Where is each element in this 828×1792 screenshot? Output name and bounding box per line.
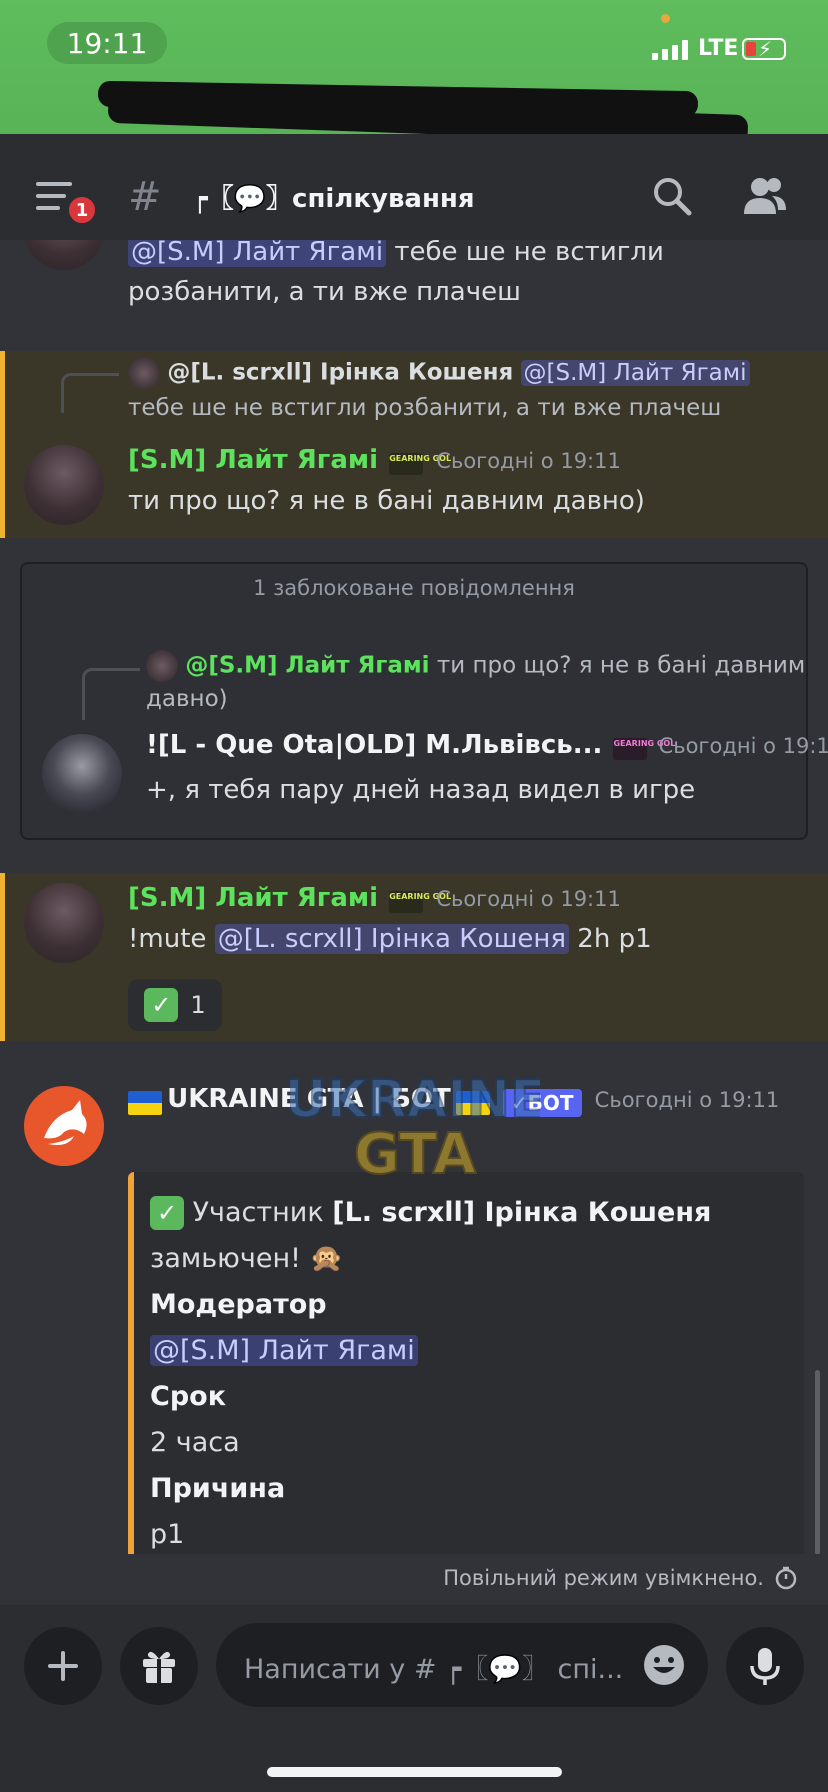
channel-header: 1 # ┍〖💬〗спілкування — [0, 134, 828, 240]
ukraine-flag-icon — [455, 1090, 490, 1115]
embed-reason-value: p1 — [150, 1519, 185, 1550]
reply-preview-text[interactable]: давно) — [146, 686, 228, 712]
message-composer: Написати у # ┍〖💬〗 спі... — [0, 1605, 828, 1792]
search-icon[interactable] — [652, 176, 692, 216]
reply-author[interactable]: @[S.M] Лайт Ягамі — [185, 653, 429, 679]
blocked-message-label[interactable]: 1 заблоковане повідомлення — [22, 576, 806, 600]
network-type: LTE — [698, 36, 739, 61]
user-avatar[interactable] — [24, 883, 104, 963]
message-list[interactable]: @[S.M] Лайт Ягамі тебе ше не встигли роз… — [0, 240, 828, 1605]
message-text: +, я тебя пару дней назад видел в игре — [146, 775, 696, 805]
user-mention[interactable]: @[L. scrxll] Ірінка Кошеня — [214, 924, 570, 954]
reply-preview-text[interactable]: тебе ше не встигли розбанити, а ти вже п… — [128, 395, 721, 421]
embed-line-prefix: Участник — [192, 1197, 324, 1228]
channel-title[interactable]: ┍〖💬〗спілкування — [192, 178, 475, 215]
check-emoji-icon: ✓ — [150, 1196, 184, 1230]
message-text: розбанити, а ти вже плачеш — [128, 277, 521, 307]
reply-avatar — [128, 357, 160, 389]
embed-moderator-label: Модератор — [150, 1289, 327, 1320]
fox-logo-icon — [44, 1100, 87, 1145]
ukraine-flag-icon — [128, 1090, 162, 1115]
scrollbar[interactable] — [815, 1370, 820, 1555]
status-time: 19:11 — [47, 22, 167, 64]
reaction-checkmark[interactable]: ✓ 1 — [128, 979, 222, 1031]
role-badge-icon: GEARING GOL — [389, 452, 451, 475]
reply-connector — [82, 668, 140, 720]
slowmode-bar: Повільний режим увімкнено. — [0, 1554, 828, 1604]
role-badge-icon: GEARING GOL — [389, 890, 451, 913]
message-mute-command: [S.M] Лайт Ягамі GEARING GOL Сьогодні о … — [0, 873, 828, 1041]
message-timestamp: Сьогодні о 19:11 — [436, 887, 621, 911]
message-text: тебе ше не встигли — [394, 240, 664, 267]
message-input-placeholder: Написати у # ┍〖💬〗 спі... — [244, 1654, 624, 1685]
voice-message-button[interactable] — [726, 1627, 804, 1705]
message-timestamp: Сьогодні о 19:11 — [594, 1088, 780, 1112]
message-author[interactable]: UKRAINE GTA | БОТ — [167, 1084, 451, 1114]
members-icon[interactable] — [742, 174, 786, 218]
message-timestamp: Сьогодні о 19:11 — [436, 449, 621, 473]
reply-author[interactable]: @[L. scrxll] Ірінка Кошеня — [167, 360, 513, 386]
add-attachment-button[interactable] — [24, 1627, 102, 1705]
emoji-picker-icon[interactable] — [642, 1643, 686, 1687]
check-emoji-icon: ✓ — [144, 988, 179, 1022]
embed-muted-user: [L. scrxll] Ірінка Кошеня — [332, 1197, 712, 1228]
message-author[interactable]: ![L - Que Ota|OLD] М.Львівсь... — [146, 730, 602, 760]
message-author[interactable]: [S.M] Лайт Ягамі — [128, 445, 378, 475]
notification-badge: 1 — [66, 194, 98, 226]
slowmode-text: Повільний режим увімкнено. — [443, 1566, 764, 1590]
blocked-message-group[interactable]: 1 заблоковане повідомлення @[S.M] Лайт Я… — [20, 562, 828, 840]
cellular-signal-icon — [652, 40, 688, 60]
microphone-icon — [750, 1648, 780, 1685]
user-avatar[interactable] — [24, 240, 104, 270]
message-reply: @[L. scrxll] Ірінка Кошеня @[S.M] Лайт Я… — [0, 351, 828, 538]
message-text: ти про що? я не в бані давним давно) — [128, 486, 645, 516]
user-avatar[interactable] — [24, 445, 104, 525]
message-author[interactable]: [S.M] Лайт Ягамі — [128, 883, 378, 913]
command-args: 2h p1 — [577, 924, 652, 954]
message-input[interactable]: Написати у # ┍〖💬〗 спі... — [216, 1623, 708, 1707]
home-indicator[interactable] — [267, 1767, 562, 1777]
timer-icon — [775, 1566, 797, 1590]
user-mention[interactable]: @[S.M] Лайт Ягамі — [128, 240, 387, 267]
bot-avatar[interactable] — [24, 1086, 104, 1166]
battery-icon: ⚡ — [742, 37, 786, 61]
embed-term-value: 2 часа — [150, 1427, 240, 1458]
message-timestamp: Сьогодні о 19:1 — [658, 734, 828, 758]
plus-icon — [48, 1651, 78, 1681]
command-text: !mute — [128, 924, 207, 954]
embed-muted-text: замьючен! 🙊 — [150, 1243, 344, 1274]
bot-embed: ✓ Участник [L. scrxll] Ірінка Кошеня зам… — [128, 1172, 804, 1582]
embed-term-label: Срок — [150, 1381, 227, 1412]
reaction-count: 1 — [190, 991, 206, 1019]
reply-mention[interactable]: @[S.M] Лайт Ягамі — [520, 359, 750, 386]
gift-button[interactable] — [120, 1627, 198, 1705]
status-bar: 19:11 LTE ⚡ — [0, 0, 828, 146]
message-partial: @[S.M] Лайт Ягамі тебе ше не встигли роз… — [0, 240, 828, 350]
embed-moderator-mention[interactable]: @[S.M] Лайт Ягамі — [150, 1335, 418, 1366]
reply-connector — [61, 373, 119, 413]
gift-icon — [143, 1651, 175, 1683]
reply-preview-text[interactable]: ти про що? я не в бані давним — [437, 653, 805, 679]
user-avatar[interactable] — [42, 734, 122, 814]
embed-reason-label: Причина — [150, 1473, 286, 1504]
message-bot: UKRAINE GTA | БОТ ✓БОТ Сьогодні о 19:11 … — [0, 1062, 828, 1582]
bot-tag: ✓БОТ — [502, 1088, 582, 1117]
channel-hash-icon: # — [128, 174, 162, 220]
reply-avatar — [146, 650, 178, 682]
privacy-indicator-icon — [661, 14, 670, 23]
role-badge-icon: GEARING GOL — [613, 737, 675, 760]
